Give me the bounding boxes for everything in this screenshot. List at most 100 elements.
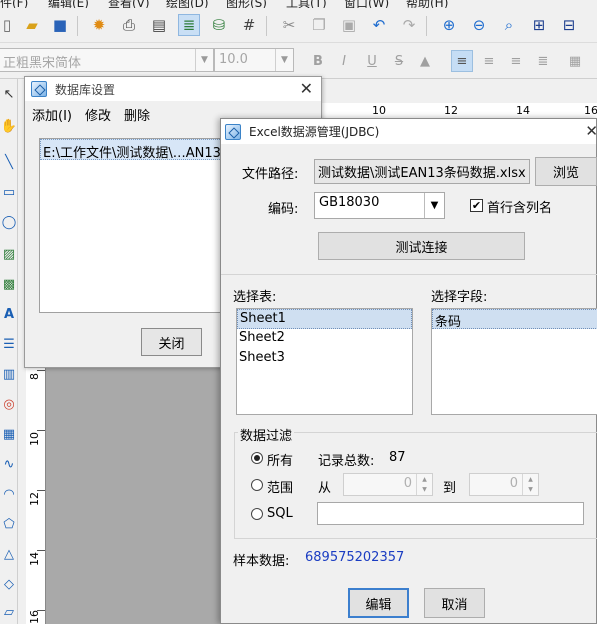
picture-icon[interactable]: ▩ — [0, 273, 18, 295]
browse-button[interactable]: 浏览 — [535, 157, 597, 186]
close-button[interactable]: 关闭 — [141, 328, 202, 356]
arc-icon[interactable]: ◠ — [0, 483, 18, 505]
hand-icon[interactable]: ✋ — [0, 115, 18, 137]
polygon-icon[interactable]: ⬠ — [0, 513, 18, 535]
vertical-ruler: 8 10 12 14 16 — [26, 340, 46, 624]
ellipse-icon[interactable]: ◯ — [0, 211, 18, 233]
menu-tools[interactable]: 工具(T) — [286, 0, 327, 8]
align-center-icon[interactable]: ≡ — [478, 50, 500, 72]
strikethrough-button[interactable]: S — [388, 50, 410, 72]
tables-list[interactable]: Sheet1 Sheet2 Sheet3 — [236, 308, 413, 415]
align-left-icon[interactable]: ≡ — [451, 50, 473, 72]
ruler-label: 14 — [516, 104, 530, 117]
test-connection-button[interactable]: 测试连接 — [318, 232, 525, 260]
justify-icon[interactable]: ≣ — [532, 50, 554, 72]
ruler-label: 10 — [28, 432, 41, 446]
sql-input[interactable] — [317, 502, 584, 525]
radio-sql[interactable] — [251, 508, 263, 520]
zoom-in-icon[interactable]: ⊕ — [438, 14, 460, 36]
list-item[interactable]: Sheet2 — [237, 329, 412, 349]
path-label: 文件路径: — [242, 167, 299, 182]
from-stepper[interactable]: 0 ▲ ▼ — [343, 473, 433, 496]
ruler-label: 8 — [28, 373, 41, 380]
underline-button[interactable]: U — [361, 50, 383, 72]
canvas-area[interactable] — [46, 340, 222, 624]
file-path-field[interactable]: 测试数据\测试EAN13条码数据.xlsx — [314, 159, 530, 184]
encoding-value: GB18030 — [319, 195, 380, 210]
encoding-select[interactable]: GB18030 ▼ — [314, 192, 445, 219]
menu-file[interactable]: 件(F) — [0, 0, 28, 8]
dialog-titlebar[interactable]: 数据库设置 — [25, 77, 321, 101]
text-color-icon[interactable]: ▲ — [414, 50, 436, 72]
delete-menu[interactable]: 删除 — [124, 105, 150, 124]
list-item[interactable]: Sheet1 — [237, 309, 412, 329]
text-wrap-icon[interactable]: ▦ — [564, 50, 586, 72]
to-stepper[interactable]: 0 ▲ ▼ — [469, 473, 539, 496]
cancel-button[interactable]: 取消 — [424, 588, 485, 618]
barcode-icon[interactable]: ▥ — [0, 363, 18, 385]
stepper-arrows-icon[interactable]: ▲ ▼ — [416, 474, 432, 495]
new-icon[interactable]: ▯ — [0, 14, 18, 36]
redo-icon[interactable]: ↷ — [398, 14, 420, 36]
radio-all[interactable] — [251, 452, 263, 464]
chevron-down-icon: ▼ — [195, 49, 213, 71]
menu-draw[interactable]: 绘图(D) — [166, 0, 209, 8]
dialog-titlebar[interactable]: Excel数据源管理(JDBC) — [221, 119, 596, 144]
menu-help[interactable]: 帮助(H) — [406, 0, 448, 8]
modify-menu[interactable]: 修改 — [85, 105, 111, 124]
header-checkbox-label: 首行含列名 — [487, 201, 553, 216]
qrcode-icon[interactable]: ◎ — [0, 393, 18, 415]
app-icon — [225, 123, 241, 140]
list-item[interactable]: 条码 — [432, 309, 597, 330]
database-icon[interactable]: ≣ — [178, 14, 200, 36]
edit-button[interactable]: 编辑 — [348, 588, 409, 618]
copy-icon[interactable]: ❐ — [308, 14, 330, 36]
list-item[interactable]: Sheet3 — [237, 349, 412, 369]
close-icon[interactable]: ✕ — [585, 122, 597, 140]
font-family-select[interactable]: 正粗黑宋简体 ▼ — [0, 48, 214, 72]
italic-button[interactable]: I — [333, 50, 355, 72]
database-settings-icon[interactable]: ⛁ — [208, 14, 230, 36]
curve-icon[interactable]: ∿ — [0, 453, 18, 475]
preview-icon[interactable]: ▤ — [148, 14, 170, 36]
zoom-icon[interactable]: ⌕ — [498, 14, 520, 36]
align-right-icon[interactable]: ≡ — [505, 50, 527, 72]
line-icon[interactable]: ╲ — [0, 151, 18, 173]
triangle-icon[interactable]: △ — [0, 543, 18, 565]
fit-width-icon[interactable]: ⊟ — [558, 14, 580, 36]
total-value: 87 — [389, 450, 406, 465]
rectangle-icon[interactable]: ▭ — [0, 181, 18, 203]
radio-range[interactable] — [251, 479, 263, 491]
cut-icon[interactable]: ✂ — [278, 14, 300, 36]
add-menu[interactable]: 添加(I) — [32, 105, 72, 124]
fields-list[interactable]: 条码 — [431, 308, 597, 415]
parallelogram-icon[interactable]: ▱ — [0, 601, 18, 623]
menu-edit[interactable]: 编辑(E) — [48, 0, 89, 8]
header-checkbox[interactable]: ✔ — [470, 199, 483, 212]
text-icon[interactable]: A — [0, 303, 18, 325]
diamond-icon[interactable]: ◇ — [0, 573, 18, 595]
ruler-label: 14 — [28, 552, 41, 566]
menu-shape[interactable]: 图形(S) — [226, 0, 267, 8]
settings-icon[interactable]: ✹ — [88, 14, 110, 36]
format-toolbar: 正粗黑宋简体 ▼ 10.0 ▼ B I U S ▲ ≡ ≡ ≡ ≣ ▦ — [0, 43, 597, 79]
grid-icon[interactable]: # — [238, 14, 260, 36]
bold-button[interactable]: B — [307, 50, 329, 72]
paragraph-icon[interactable]: ☰ — [0, 333, 18, 355]
print-icon[interactable]: ⎙ — [118, 14, 140, 36]
close-icon[interactable]: ✕ — [300, 79, 313, 98]
image-icon[interactable]: ▨ — [0, 243, 18, 265]
table-icon[interactable]: ▦ — [0, 423, 18, 445]
fit-page-icon[interactable]: ⊞ — [528, 14, 550, 36]
open-icon[interactable]: ▰ — [21, 14, 43, 36]
pointer-icon[interactable]: ↖ — [0, 83, 18, 105]
menu-window[interactable]: 窗口(W) — [344, 0, 389, 8]
stepper-arrows-icon[interactable]: ▲ ▼ — [522, 474, 538, 495]
menu-view[interactable]: 查看(V) — [108, 0, 150, 8]
undo-icon[interactable]: ↶ — [368, 14, 390, 36]
excel-datasource-dialog: Excel数据源管理(JDBC) ✕ 文件路径: 测试数据\测试EAN13条码数… — [220, 118, 597, 624]
paste-icon[interactable]: ▣ — [338, 14, 360, 36]
font-size-select[interactable]: 10.0 ▼ — [214, 48, 294, 72]
save-icon[interactable]: ■ — [49, 14, 71, 36]
zoom-out-icon[interactable]: ⊖ — [468, 14, 490, 36]
